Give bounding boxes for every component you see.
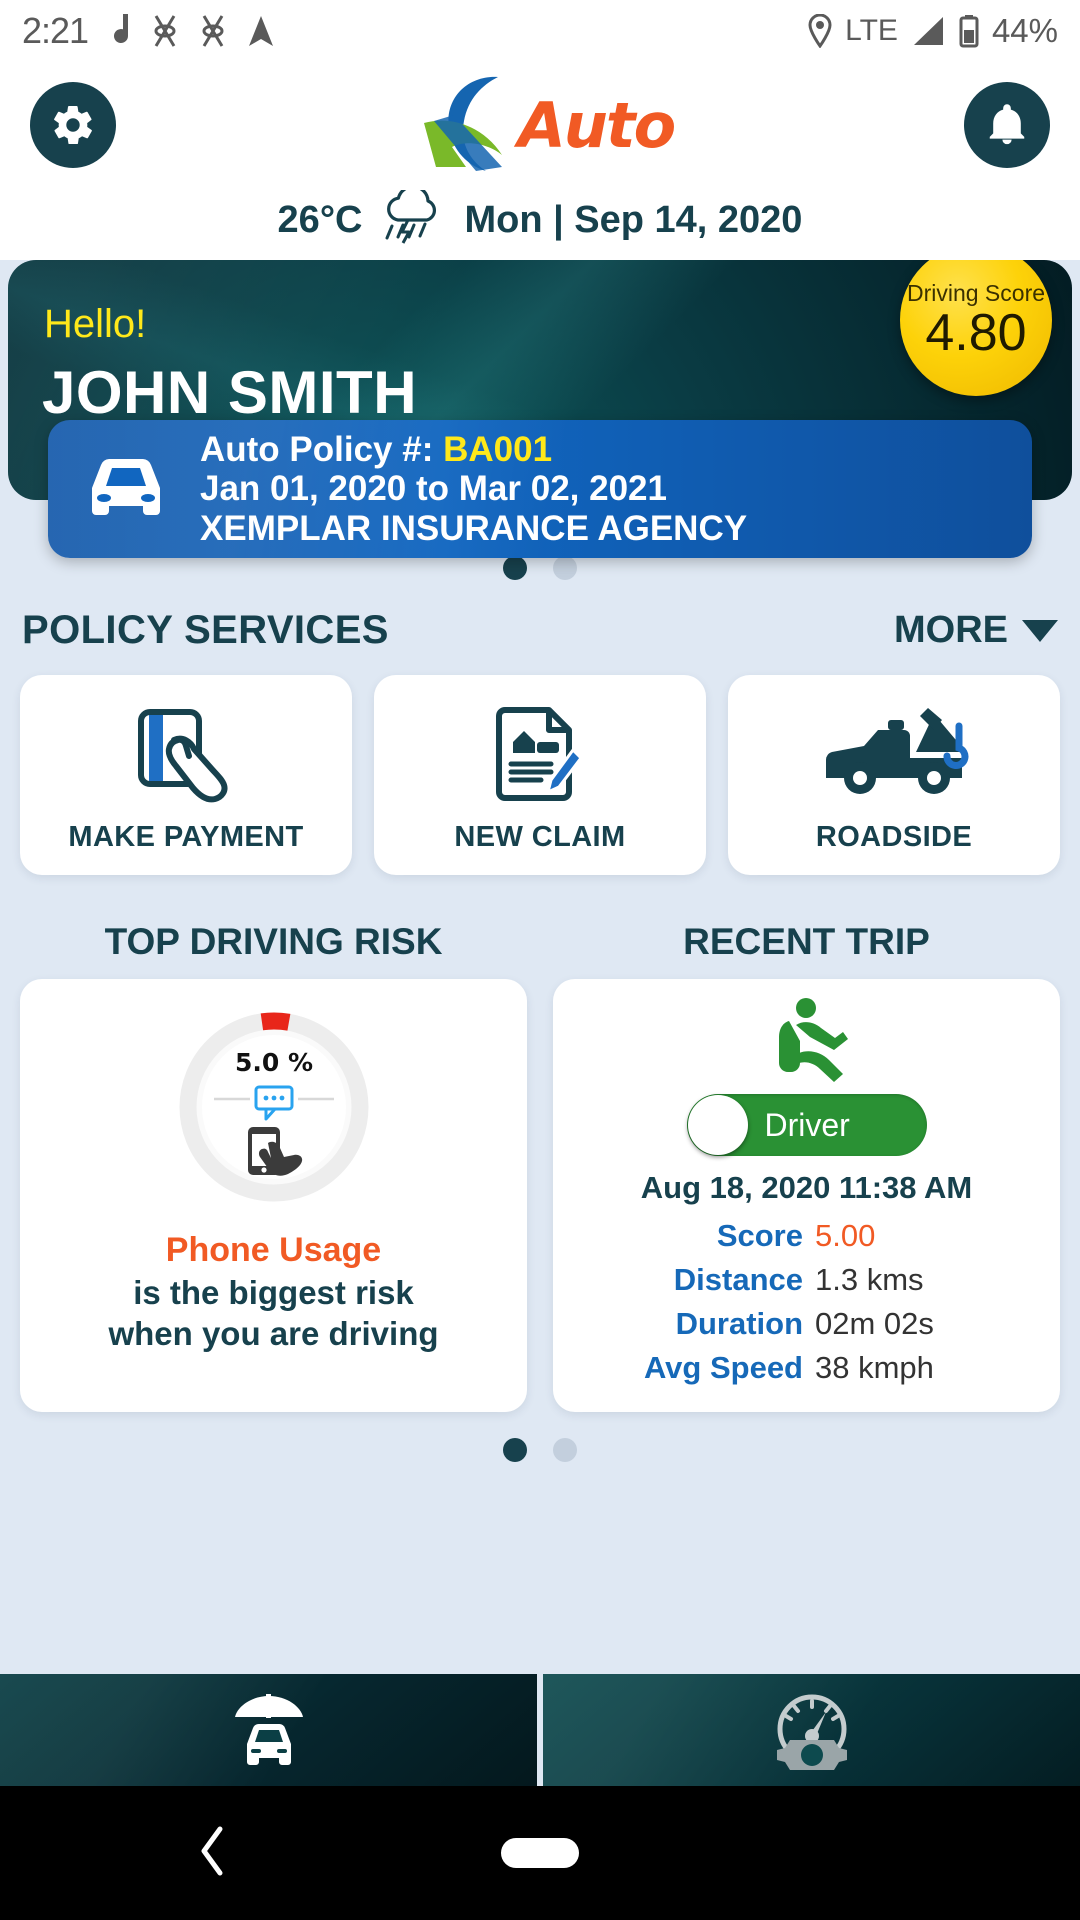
trip-stat-key: Score	[716, 1218, 803, 1253]
policy-number-value: BA001	[443, 430, 553, 470]
top-driving-risk-title: TOP DRIVING RISK	[104, 921, 443, 962]
service-card-roadside[interactable]: ROADSIDE	[728, 675, 1060, 875]
trip-stat-key: Duration	[675, 1306, 803, 1342]
carousel-dot[interactable]	[503, 556, 527, 580]
greeting-label: Hello!	[44, 302, 147, 346]
claim-document-icon	[485, 697, 595, 807]
risk-sub-line-1: is the biggest risk	[133, 1273, 414, 1311]
risk-sub-line-2: when you are driving	[108, 1314, 439, 1352]
rain-cloud-icon	[376, 184, 450, 251]
trip-stat-row: Score 5.00	[563, 1214, 1050, 1258]
battery-icon	[958, 14, 980, 48]
car-icon	[74, 448, 178, 531]
trip-stat-row: Avg Speed 38 kmph	[563, 1346, 1050, 1390]
navigation-icon	[246, 14, 276, 48]
toggle-label: Driver	[764, 1106, 850, 1143]
top-driving-risk-panel[interactable]: 5.0 % Phone Usage is the biggest risk wh…	[20, 979, 527, 1413]
seated-driver-icon	[759, 997, 855, 1088]
carousel-dot[interactable]	[553, 556, 577, 580]
policy-text-block: Auto Policy #: BA001 Jan 01, 2020 to Mar…	[200, 430, 747, 548]
insights-headers: TOP DRIVING RISK RECENT TRIP	[0, 875, 1080, 963]
service-label: ROADSIDE	[815, 820, 973, 853]
service-card-make-payment[interactable]: MAKE PAYMENT	[20, 675, 352, 875]
chevron-down-icon	[1022, 619, 1058, 642]
trip-stat-value: 1.3 kms	[815, 1262, 924, 1298]
service-card-new-claim[interactable]: NEW CLAIM	[374, 675, 706, 875]
service-label: MAKE PAYMENT	[68, 820, 304, 853]
car-umbrella-icon	[234, 1694, 303, 1765]
recent-trip-title: RECENT TRIP	[683, 921, 930, 962]
policy-services-title: POLICY SERVICES	[22, 608, 389, 652]
service-label: NEW CLAIM	[454, 820, 626, 853]
trip-date: Aug 18, 2020 11:38 AM	[640, 1170, 973, 1205]
weather-temperature: 26°C	[277, 198, 363, 241]
gear-icon	[54, 106, 92, 144]
policy-number-label: Auto Policy #:	[200, 430, 434, 470]
trip-stat-row: Duration 02m 02s	[563, 1302, 1050, 1346]
signal-bars-icon	[910, 15, 946, 47]
app-logo: Auto	[406, 71, 676, 179]
driving-score-value: 4.80	[925, 303, 1027, 362]
policy-summary-card[interactable]: Auto Policy #: BA001 Jan 01, 2020 to Mar…	[48, 420, 1032, 558]
back-chevron-icon[interactable]	[196, 1825, 230, 1882]
status-bar: 2:21 LTE 44%	[0, 0, 1080, 62]
risk-gauge: 5.0 %	[30, 1003, 517, 1211]
policy-period: Jan 01, 2020 to Mar 02, 2021	[200, 469, 667, 509]
tow-truck-icon	[816, 697, 972, 807]
insights-carousel-indicator[interactable]	[0, 1412, 1080, 1463]
location-pin-icon	[807, 14, 833, 48]
credit-card-hand-icon	[127, 697, 245, 807]
status-bar-left: 2:21	[22, 10, 276, 52]
recent-trip-panel[interactable]: Driver Aug 18, 2020 11:38 AM Score 5.00 …	[553, 979, 1060, 1413]
status-bar-right: LTE 44%	[807, 12, 1058, 50]
bell-icon	[989, 104, 1025, 145]
more-label: MORE	[894, 609, 1008, 651]
settings-button[interactable]	[30, 82, 116, 168]
trip-stat-value: 5.00	[815, 1218, 876, 1253]
trip-stat-row: Distance 1.3 kms	[563, 1258, 1050, 1302]
trip-stat-key: Distance	[673, 1262, 803, 1298]
driving-score-label: Driving Score	[906, 279, 1046, 306]
trip-stat-value: 38 kmph	[815, 1350, 934, 1386]
battery-percent-label: 44%	[991, 12, 1058, 49]
telematics-tab[interactable]	[543, 1674, 1080, 1786]
trip-stat-value: 02m 02s	[815, 1306, 934, 1342]
risk-gauge-value-text: 5.0 %	[234, 1048, 312, 1077]
network-type-label: LTE	[845, 14, 898, 47]
trip-header: Driver	[563, 997, 1050, 1156]
music-note-icon	[106, 12, 132, 50]
home-pill-icon[interactable]	[501, 1838, 579, 1868]
user-name: JOHN SMITH	[42, 359, 418, 426]
notifications-button[interactable]	[963, 82, 1050, 168]
bottom-navigation	[0, 1674, 1080, 1786]
policy-services-more-button[interactable]: MORE	[894, 609, 1058, 652]
carousel-dot[interactable]	[503, 1438, 527, 1463]
carousel-dot[interactable]	[553, 1438, 577, 1463]
trip-stats: Score 5.00 Distance 1.3 kms Duration 02m…	[563, 1214, 1050, 1390]
status-time: 2:21	[22, 10, 89, 51]
weather-row: 26°C Mon | Sep 14, 2020	[0, 184, 1080, 260]
vibrate-icon	[198, 12, 228, 50]
logo-text: Auto	[517, 88, 676, 162]
driver-passenger-toggle[interactable]: Driver	[686, 1094, 927, 1156]
insurance-tab[interactable]	[0, 1674, 537, 1786]
driving-score-badge[interactable]: Driving Score 4.80	[900, 260, 1052, 396]
policy-services-row: MAKE PAYMENT NEW CLAIM ROADSIDE	[0, 653, 1080, 875]
policy-agency: XEMPLAR INSURANCE AGENCY	[200, 508, 748, 548]
risk-name: Phone Usage	[165, 1231, 382, 1269]
risk-description: Phone Usage is the biggest risk when you…	[30, 1229, 517, 1354]
policy-number-line: Auto Policy #: BA001	[200, 430, 747, 469]
toggle-knob[interactable]	[687, 1095, 748, 1155]
app-header: Auto	[0, 62, 1080, 188]
policy-services-header: POLICY SERVICES MORE	[0, 608, 1080, 653]
vibrate-icon	[150, 12, 180, 50]
trip-stat-key: Avg Speed	[643, 1350, 803, 1386]
hero-section: Hello! JOHN SMITH Driving Score 4.80 Aut…	[0, 260, 1080, 558]
weather-date: Mon | Sep 14, 2020	[464, 198, 803, 241]
speedometer-gear-icon	[776, 1694, 847, 1770]
insights-panels: 5.0 % Phone Usage is the biggest risk wh…	[0, 963, 1080, 1413]
android-navigation-bar	[0, 1786, 1080, 1920]
